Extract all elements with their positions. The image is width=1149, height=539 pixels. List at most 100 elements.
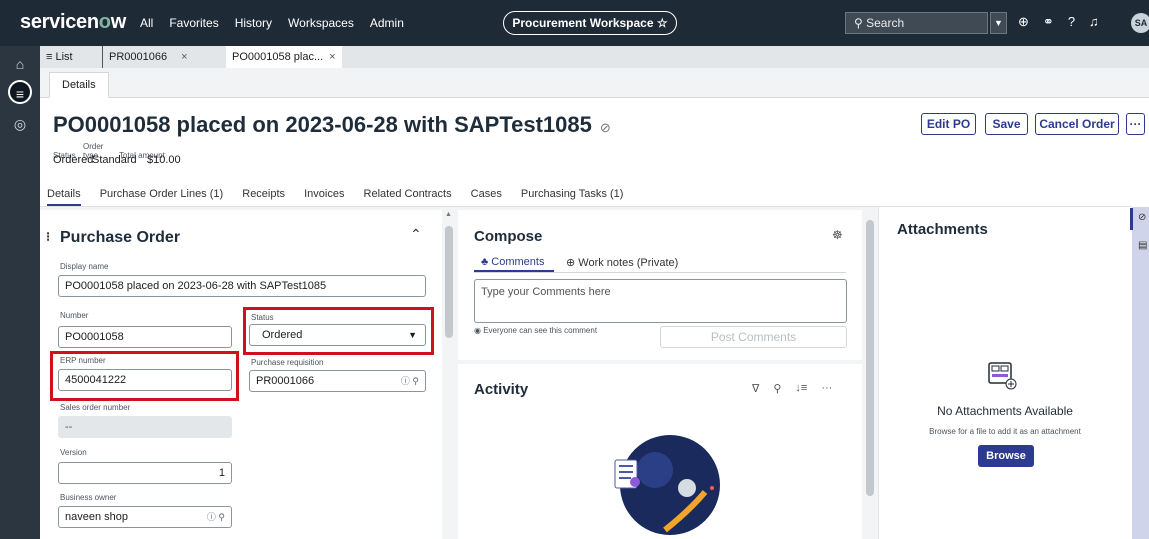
browse-button[interactable]: Browse xyxy=(978,445,1034,467)
number-field[interactable]: PO0001058 xyxy=(58,326,232,348)
center-scroll-thumb[interactable] xyxy=(866,220,874,496)
close-icon[interactable]: × xyxy=(181,51,187,63)
status-select-value: Ordered xyxy=(262,329,303,341)
tab-cases[interactable]: Cases xyxy=(471,188,502,200)
left-rail: ⌂ ≡ ◎ xyxy=(0,46,40,539)
more-icon[interactable]: ··· xyxy=(821,382,832,395)
tab-po0001058[interactable]: PO0001058 plac... × xyxy=(226,46,342,68)
status-label: Status xyxy=(251,313,274,322)
compose-title: Compose xyxy=(474,228,543,245)
version-label: Version xyxy=(60,448,87,457)
eye-icon: ◉ xyxy=(474,326,484,335)
settings-icon[interactable]: ☸ xyxy=(832,228,843,242)
number-label: Number xyxy=(60,311,89,320)
drag-handle-icon[interactable]: ⁝ xyxy=(46,229,50,245)
record-meta-values: OrderedStandard $10.00 xyxy=(53,154,181,166)
tab-invoices[interactable]: Invoices xyxy=(304,188,344,200)
empty-activity-illustration xyxy=(614,435,720,535)
global-search-input[interactable]: ⚲ Search xyxy=(845,12,988,34)
purchase-requisition-label: Purchase requisition xyxy=(251,358,324,367)
business-owner-value: naveen shop xyxy=(65,511,128,523)
active-tab-indicator xyxy=(474,270,554,272)
subtab-details[interactable]: Details xyxy=(49,72,109,98)
tab-details[interactable]: Details xyxy=(47,188,81,206)
version-field[interactable]: 1 xyxy=(58,462,232,484)
edit-po-button[interactable]: Edit PO xyxy=(921,113,976,135)
list-icon[interactable]: ≡ xyxy=(8,80,32,104)
record-subtab-bar: Details xyxy=(40,68,1149,98)
search-icon: ⚲ xyxy=(854,16,867,30)
right-rail xyxy=(1132,207,1149,539)
search-scope-dropdown[interactable]: ▼ xyxy=(990,12,1007,34)
tab-po-label: PO0001058 plac... xyxy=(232,51,324,63)
attachments-title: Attachments xyxy=(897,221,988,238)
more-actions-button[interactable]: ··· xyxy=(1126,113,1145,135)
business-owner-field[interactable]: naveen shop ⓘ ⚲ xyxy=(58,506,232,528)
order-type-meta-value: Standard xyxy=(92,154,137,166)
page-title: PO0001058 placed on 2023-06-28 with SAPT… xyxy=(53,112,611,137)
chat-icon[interactable]: ⚭ xyxy=(1043,14,1054,30)
attachment-empty-icon xyxy=(988,362,1017,390)
tab-purchasing-tasks[interactable]: Purchasing Tasks (1) xyxy=(521,188,624,200)
tab-receipts[interactable]: Receipts xyxy=(242,188,285,200)
status-meta-value: Ordered xyxy=(53,154,94,166)
browse-hint-text: Browse for a file to add it as an attach… xyxy=(929,427,1081,436)
tab-list[interactable]: ≡ List xyxy=(40,46,79,68)
erp-number-field[interactable]: 4500041222 xyxy=(58,369,232,391)
save-button[interactable]: Save xyxy=(985,113,1028,135)
tag-icon[interactable]: ⊘ xyxy=(600,120,611,135)
form-title: Purchase Order xyxy=(60,229,181,246)
purchase-requisition-value: PR0001066 xyxy=(256,375,315,387)
nav-history[interactable]: History xyxy=(235,16,272,30)
sales-order-number-field: -- xyxy=(58,416,232,438)
activity-title: Activity xyxy=(474,381,529,398)
sales-order-number-label: Sales order number xyxy=(60,403,131,412)
no-attachments-text: No Attachments Available xyxy=(937,404,1073,418)
nav-favorites[interactable]: Favorites xyxy=(169,16,218,30)
servicenow-logo[interactable]: servicenow xyxy=(20,11,126,34)
erp-number-label: ERP number xyxy=(60,356,106,365)
cancel-order-button[interactable]: Cancel Order xyxy=(1035,113,1119,135)
post-comments-button[interactable]: Post Comments xyxy=(660,326,847,348)
tab-related-contracts[interactable]: Related Contracts xyxy=(364,188,452,200)
scroll-up-arrow-icon[interactable]: ▲ xyxy=(445,211,452,218)
comments-textarea[interactable]: Type your Comments here xyxy=(474,279,847,323)
display-name-label: Display name xyxy=(60,262,109,271)
display-name-field[interactable]: PO0001058 placed on 2023-06-28 with SAPT… xyxy=(58,275,426,297)
info-search-icons[interactable]: ⓘ ⚲ xyxy=(401,371,419,391)
info-search-icons[interactable]: ⓘ ⚲ xyxy=(207,507,225,527)
tab-pr0001066[interactable]: PR0001066 × xyxy=(102,46,194,68)
help-icon[interactable]: ? xyxy=(1068,14,1075,30)
home-icon[interactable]: ⌂ xyxy=(8,52,32,76)
people-icon: ♣ xyxy=(481,256,492,268)
top-navigation-bar: servicenow All Favorites History Workspa… xyxy=(0,0,1149,46)
top-utility-icons: ⊕ ⚭ ? ♫ xyxy=(1018,14,1099,30)
status-select[interactable]: Ordered ▼ xyxy=(249,324,426,346)
globe-icon[interactable]: ⊕ xyxy=(1018,14,1029,30)
top-nav-menu: All Favorites History Workspaces Admin xyxy=(140,16,404,30)
user-avatar[interactable]: SA xyxy=(1131,13,1149,33)
sort-icon[interactable]: ↓≡ xyxy=(795,382,807,395)
record-tabs: Details Purchase Order Lines (1) Receipt… xyxy=(47,188,639,206)
business-owner-label: Business owner xyxy=(60,493,117,502)
document-icon[interactable]: ▤ xyxy=(1138,240,1147,251)
workspace-pill[interactable]: Procurement Workspace ☆ xyxy=(503,11,677,35)
tab-purchase-order-lines[interactable]: Purchase Order Lines (1) xyxy=(100,188,224,200)
filter-icon[interactable]: ∇ xyxy=(752,382,759,395)
nav-workspaces[interactable]: Workspaces xyxy=(288,16,354,30)
search-icon[interactable]: ⚲ xyxy=(773,382,781,395)
bell-icon[interactable]: ♫ xyxy=(1089,14,1099,30)
dashboard-icon[interactable]: ◎ xyxy=(8,112,32,136)
purchase-requisition-field[interactable]: PR0001066 ⓘ ⚲ xyxy=(249,370,426,392)
form-scroll-thumb[interactable] xyxy=(445,226,453,338)
paperclip-icon[interactable]: ⊘ xyxy=(1138,212,1146,223)
divider xyxy=(474,272,846,273)
close-icon[interactable]: × xyxy=(329,51,335,63)
tab-comments[interactable]: ♣ Comments xyxy=(481,256,544,268)
tab-work-notes[interactable]: ⊕ Work notes (Private) xyxy=(566,256,678,269)
tab-pr-label: PR0001066 xyxy=(109,51,168,63)
caret-down-icon: ▼ xyxy=(408,330,417,340)
nav-admin[interactable]: Admin xyxy=(370,16,404,30)
nav-all[interactable]: All xyxy=(140,16,153,30)
chevron-up-icon[interactable]: ⌃ xyxy=(410,226,422,243)
